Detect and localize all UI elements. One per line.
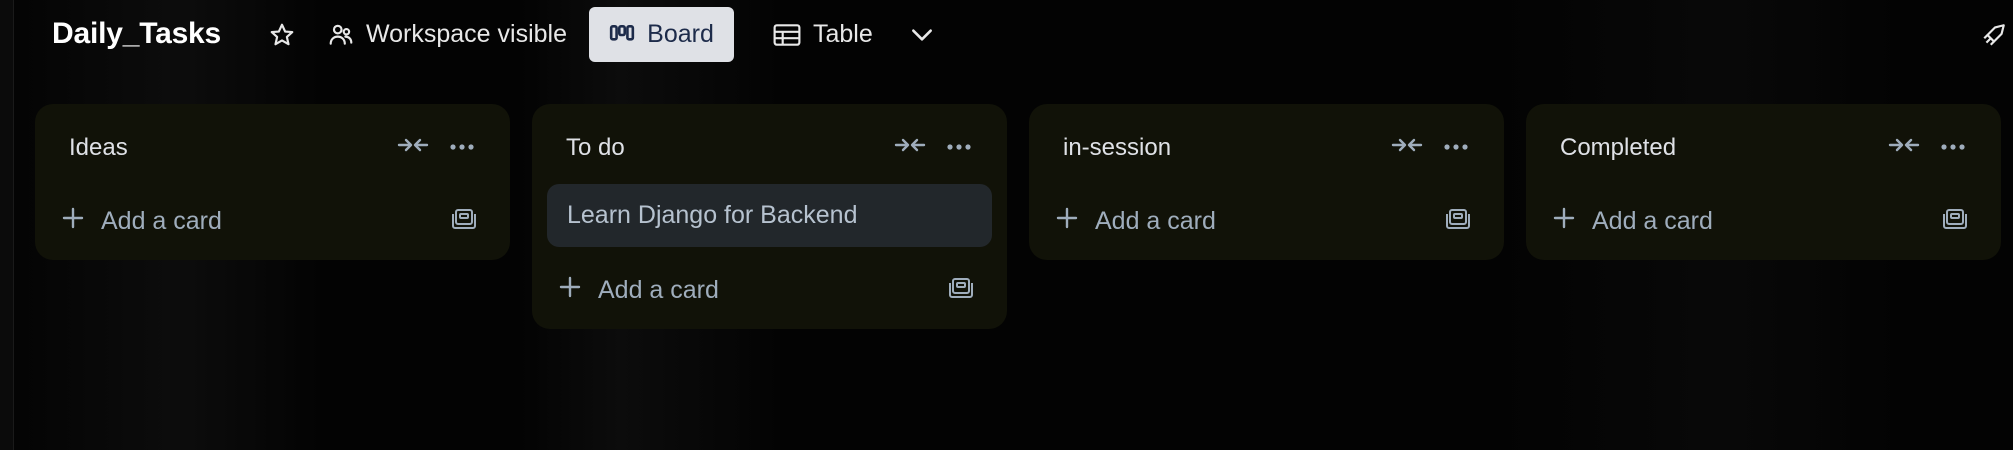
list-ideas: Ideas Add a card: [35, 104, 510, 260]
more-icon: [1443, 138, 1469, 156]
collapse-arrows-icon: [894, 135, 926, 160]
list-in-session: in-session Add a card: [1029, 104, 1504, 260]
star-icon: [269, 22, 295, 48]
board-header: Daily_Tasks Workspace visible Board Tabl…: [14, 0, 2013, 70]
list-actions-button[interactable]: [442, 132, 482, 162]
add-card-button[interactable]: Add a card: [61, 198, 222, 244]
list-actions-button[interactable]: [1436, 132, 1476, 162]
add-card-row: Add a card: [1029, 184, 1504, 260]
card-template-icon: [451, 207, 477, 236]
card[interactable]: Learn Django for Backend: [547, 184, 992, 247]
visibility-button[interactable]: Workspace visible: [314, 7, 581, 62]
collapse-list-button[interactable]: [893, 132, 927, 162]
add-card-label: Add a card: [1095, 206, 1216, 235]
add-card-button[interactable]: Add a card: [558, 267, 719, 313]
create-from-template-button[interactable]: [1440, 204, 1476, 238]
more-icon: [946, 138, 972, 156]
card-template-icon: [1445, 207, 1471, 236]
table-icon: [773, 23, 801, 47]
create-from-template-button[interactable]: [943, 273, 979, 307]
collapse-list-button[interactable]: [1887, 132, 1921, 162]
list-completed: Completed Add a card: [1526, 104, 2001, 260]
plus-icon: [1552, 206, 1576, 237]
list-actions-button[interactable]: [939, 132, 979, 162]
chevron-down-icon: [909, 22, 935, 48]
plus-icon: [558, 275, 582, 306]
board-title[interactable]: Daily_Tasks: [52, 17, 221, 51]
list-header: Completed: [1526, 104, 2001, 184]
add-card-label: Add a card: [1592, 206, 1713, 235]
board-view-label: Board: [647, 20, 714, 48]
table-view-button[interactable]: Table: [759, 7, 887, 62]
add-card-row: Add a card: [1526, 184, 2001, 260]
collapse-arrows-icon: [1391, 135, 1423, 160]
add-card-button[interactable]: Add a card: [1552, 198, 1713, 244]
create-from-template-button[interactable]: [446, 204, 482, 238]
plus-icon: [61, 206, 85, 237]
table-view-label: Table: [813, 20, 873, 48]
add-card-row: Add a card: [35, 184, 510, 260]
add-card-label: Add a card: [101, 206, 222, 235]
list-title[interactable]: Ideas: [69, 134, 128, 162]
card-title: Learn Django for Backend: [567, 201, 858, 229]
list-header: in-session: [1029, 104, 1504, 184]
list-actions-button[interactable]: [1933, 132, 1973, 162]
list-header: To do: [532, 104, 1007, 184]
more-icon: [449, 138, 475, 156]
visibility-label: Workspace visible: [366, 20, 568, 48]
collapse-arrows-icon: [1888, 135, 1920, 160]
list-title[interactable]: Completed: [1560, 134, 1676, 162]
collapse-arrows-icon: [397, 135, 429, 160]
more-views-button[interactable]: [894, 7, 950, 62]
more-icon: [1940, 138, 1966, 156]
add-card-row: Add a card: [532, 253, 1007, 329]
sidebar-edge: [0, 0, 14, 450]
board-view-button[interactable]: Board: [589, 7, 734, 62]
card-template-icon: [948, 276, 974, 305]
add-card-label: Add a card: [598, 275, 719, 304]
add-card-button[interactable]: Add a card: [1055, 198, 1216, 244]
card-template-icon: [1942, 207, 1968, 236]
collapse-list-button[interactable]: [1390, 132, 1424, 162]
list-title[interactable]: in-session: [1063, 134, 1171, 162]
star-button[interactable]: [254, 7, 310, 62]
board-icon: [609, 22, 635, 48]
plus-icon: [1055, 206, 1079, 237]
create-from-template-button[interactable]: [1937, 204, 1973, 238]
power-ups-button[interactable]: [1969, 7, 2013, 62]
rocket-icon: [1981, 22, 2007, 48]
collapse-list-button[interactable]: [396, 132, 430, 162]
list-title[interactable]: To do: [566, 134, 625, 162]
workspace-visible-icon: [328, 22, 354, 48]
list-header: Ideas: [35, 104, 510, 184]
list-to-do: To do Learn Django for Backend Add a car…: [532, 104, 1007, 329]
